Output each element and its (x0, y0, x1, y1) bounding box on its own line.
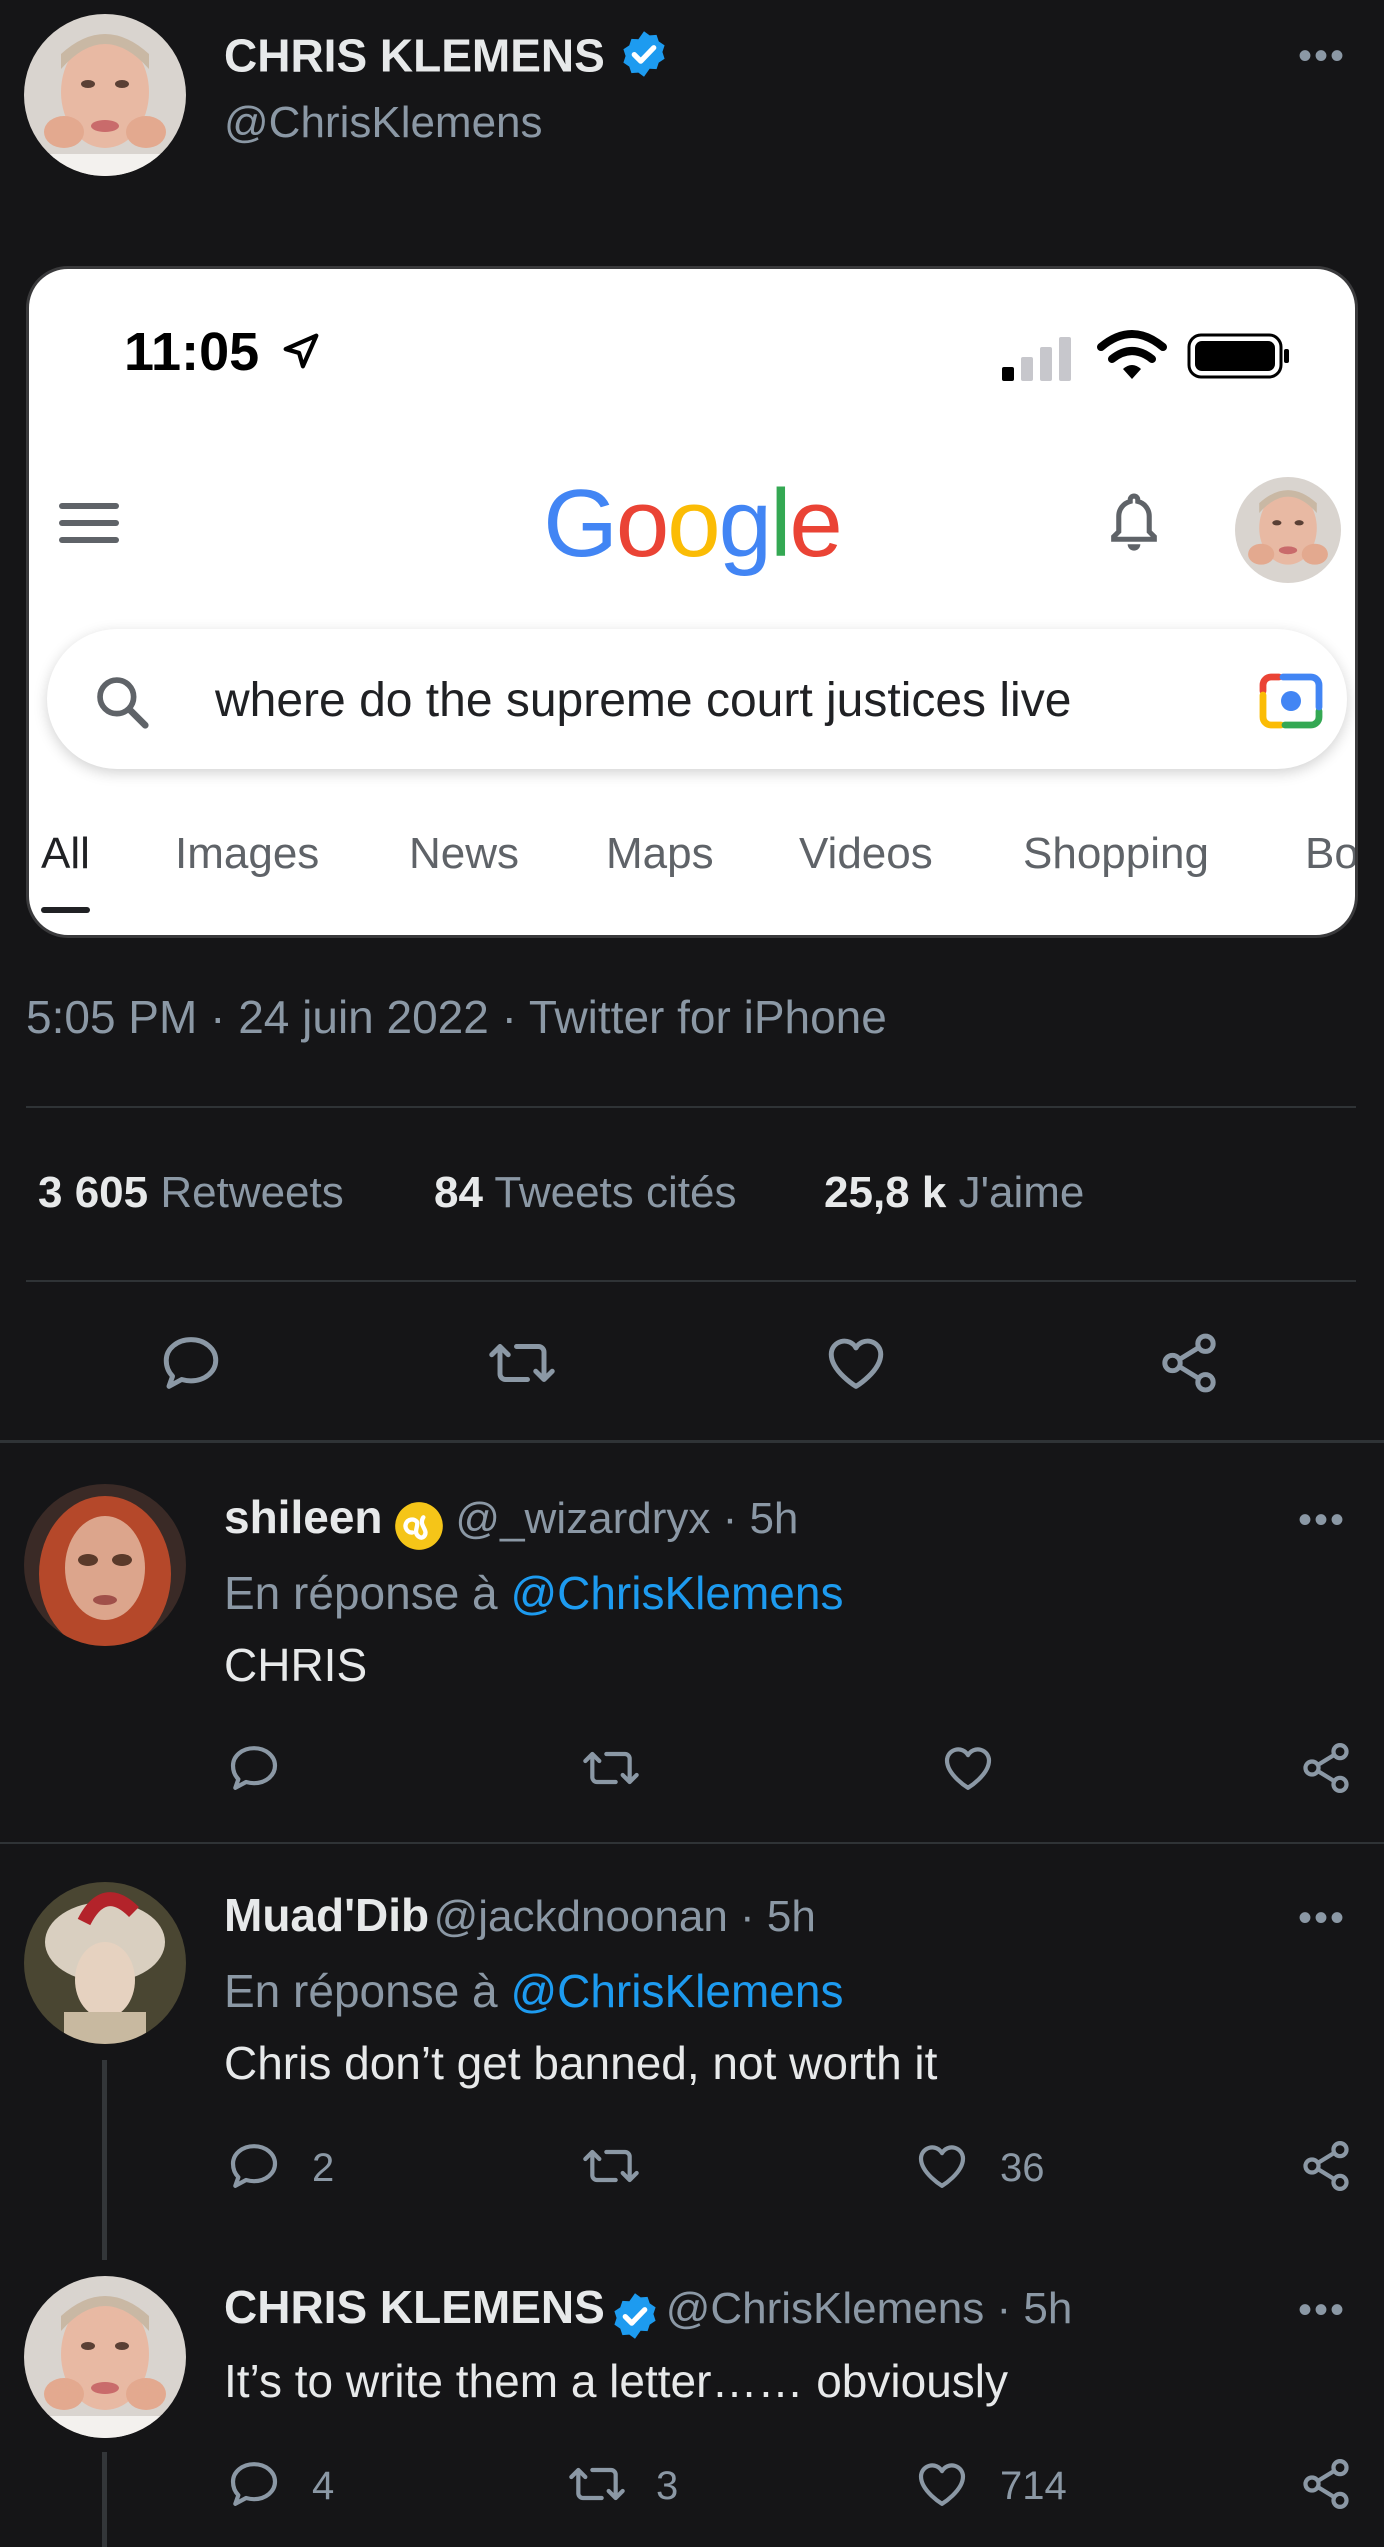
retweets-stat[interactable]: 3 605 Retweets (38, 1168, 344, 1217)
status-time: 11:05 (124, 321, 324, 383)
reply-count: 4 (312, 2464, 335, 2508)
tab-videos[interactable]: Videos (799, 829, 933, 879)
heart-icon[interactable] (914, 2138, 970, 2194)
tab-news[interactable]: News (409, 829, 519, 879)
tweet-timestamp[interactable]: 5:05 PM · 24 juin 2022 · Twitter for iPh… (26, 990, 887, 1044)
divider (26, 1106, 1356, 1108)
share-icon[interactable] (1298, 2138, 1354, 2194)
reply-count: 2 (312, 2146, 335, 2190)
more-dots-icon[interactable]: ••• (1298, 2290, 1346, 2330)
tab-images[interactable]: Images (175, 829, 319, 879)
reply-text: It’s to write them a letter…… obviously (224, 2355, 1008, 2407)
battery-icon (1187, 331, 1291, 386)
reply-icon[interactable] (226, 2456, 282, 2512)
tab-all[interactable]: All (41, 829, 90, 913)
thread-line (102, 2060, 107, 2260)
google-search-box[interactable]: where do the supreme court justices live (47, 629, 1347, 769)
reply-handle-time[interactable]: @_wizardryx · 5h (455, 1494, 798, 1543)
reply-handle-time[interactable]: @ChrisKlemens · 5h (666, 2284, 1073, 2333)
reply-avatar[interactable] (24, 2276, 186, 2438)
mention-link[interactable]: @ChrisKlemens (510, 1965, 843, 2017)
search-query-text: where do the supreme court justices live (215, 674, 1072, 727)
reply-header: Muad'Dib @jackdnoonan · 5h (224, 1888, 816, 1942)
tweet-media-image[interactable]: 11:05 Google where do the supreme court … (26, 266, 1358, 938)
reply-text: CHRIS (224, 1639, 368, 1691)
divider (26, 1280, 1356, 1282)
retweet-icon[interactable] (580, 1740, 642, 1796)
divider (0, 1842, 1384, 1844)
tab-shopping[interactable]: Shopping (1023, 829, 1209, 879)
location-arrow-icon (283, 333, 319, 369)
more-dots-icon[interactable]: ••• (1298, 1500, 1346, 1540)
reply-icon[interactable] (226, 1740, 282, 1796)
mention-link[interactable]: @ChrisKlemens (510, 1567, 843, 1619)
heart-icon[interactable] (822, 1330, 890, 1396)
retweet-icon[interactable] (566, 2456, 628, 2512)
retweet-count: 3 (656, 2464, 679, 2508)
tab-books[interactable]: Bo (1305, 829, 1355, 879)
author-handle[interactable]: @ChrisKlemens (224, 98, 543, 148)
share-icon[interactable] (1156, 1330, 1222, 1396)
like-count: 36 (1000, 2146, 1045, 2190)
divider (0, 1440, 1384, 1443)
heart-icon[interactable] (940, 1740, 996, 1796)
bell-icon[interactable] (1103, 491, 1165, 562)
search-icon (91, 671, 153, 738)
share-icon[interactable] (1298, 2456, 1354, 2512)
author-avatar[interactable] (24, 14, 186, 176)
google-account-avatar[interactable] (1235, 477, 1341, 583)
reply-avatar[interactable] (24, 1882, 186, 2044)
wifi-icon (1097, 329, 1167, 388)
like-count: 714 (1000, 2464, 1067, 2508)
tweet-stats: 3 605 Retweets (38, 1168, 344, 1218)
reply-icon[interactable] (226, 2138, 282, 2194)
reply-author-name[interactable]: Muad'Dib (224, 1889, 429, 1941)
in-reply-to: En réponse à @ChrisKlemens (224, 1965, 844, 2017)
reply-author-name[interactable]: CHRIS KLEMENS (224, 2281, 605, 2333)
leo-zodiac-icon (393, 1500, 445, 1557)
more-dots-icon[interactable]: ••• (1298, 1898, 1346, 1938)
retweet-icon[interactable] (580, 2138, 642, 2194)
quotes-stat[interactable]: 84 Tweets cités (434, 1168, 736, 1218)
in-reply-to: En réponse à @ChrisKlemens (224, 1567, 844, 1619)
reply-text: Chris don’t get banned, not worth it (224, 2037, 938, 2089)
google-lens-icon[interactable] (1257, 671, 1325, 736)
reply-icon[interactable] (158, 1330, 224, 1396)
thread-line (102, 2452, 107, 2547)
author-name[interactable]: CHRIS KLEMENS (224, 28, 670, 91)
reply-header: CHRIS KLEMENS @ChrisKlemens · 5h (224, 2280, 1072, 2347)
reply-author-name[interactable]: shileen (224, 1491, 383, 1543)
reply-handle-time[interactable]: @jackdnoonan · 5h (434, 1892, 816, 1941)
tab-maps[interactable]: Maps (606, 829, 714, 879)
verified-badge-icon (618, 28, 670, 91)
google-results-tabs: All Images News Maps Videos Shopping Bo (29, 829, 1355, 929)
verified-badge-icon (609, 2290, 661, 2347)
share-icon[interactable] (1298, 1740, 1354, 1796)
likes-stat[interactable]: 25,8 k J'aime (824, 1168, 1084, 1218)
retweet-icon[interactable] (486, 1330, 558, 1396)
heart-icon[interactable] (914, 2456, 970, 2512)
reply-avatar[interactable] (24, 1484, 186, 1646)
more-dots-icon[interactable]: ••• (1298, 36, 1346, 76)
reply-header: shileen @_wizardryx · 5h (224, 1490, 798, 1557)
signal-icon (1002, 335, 1074, 388)
